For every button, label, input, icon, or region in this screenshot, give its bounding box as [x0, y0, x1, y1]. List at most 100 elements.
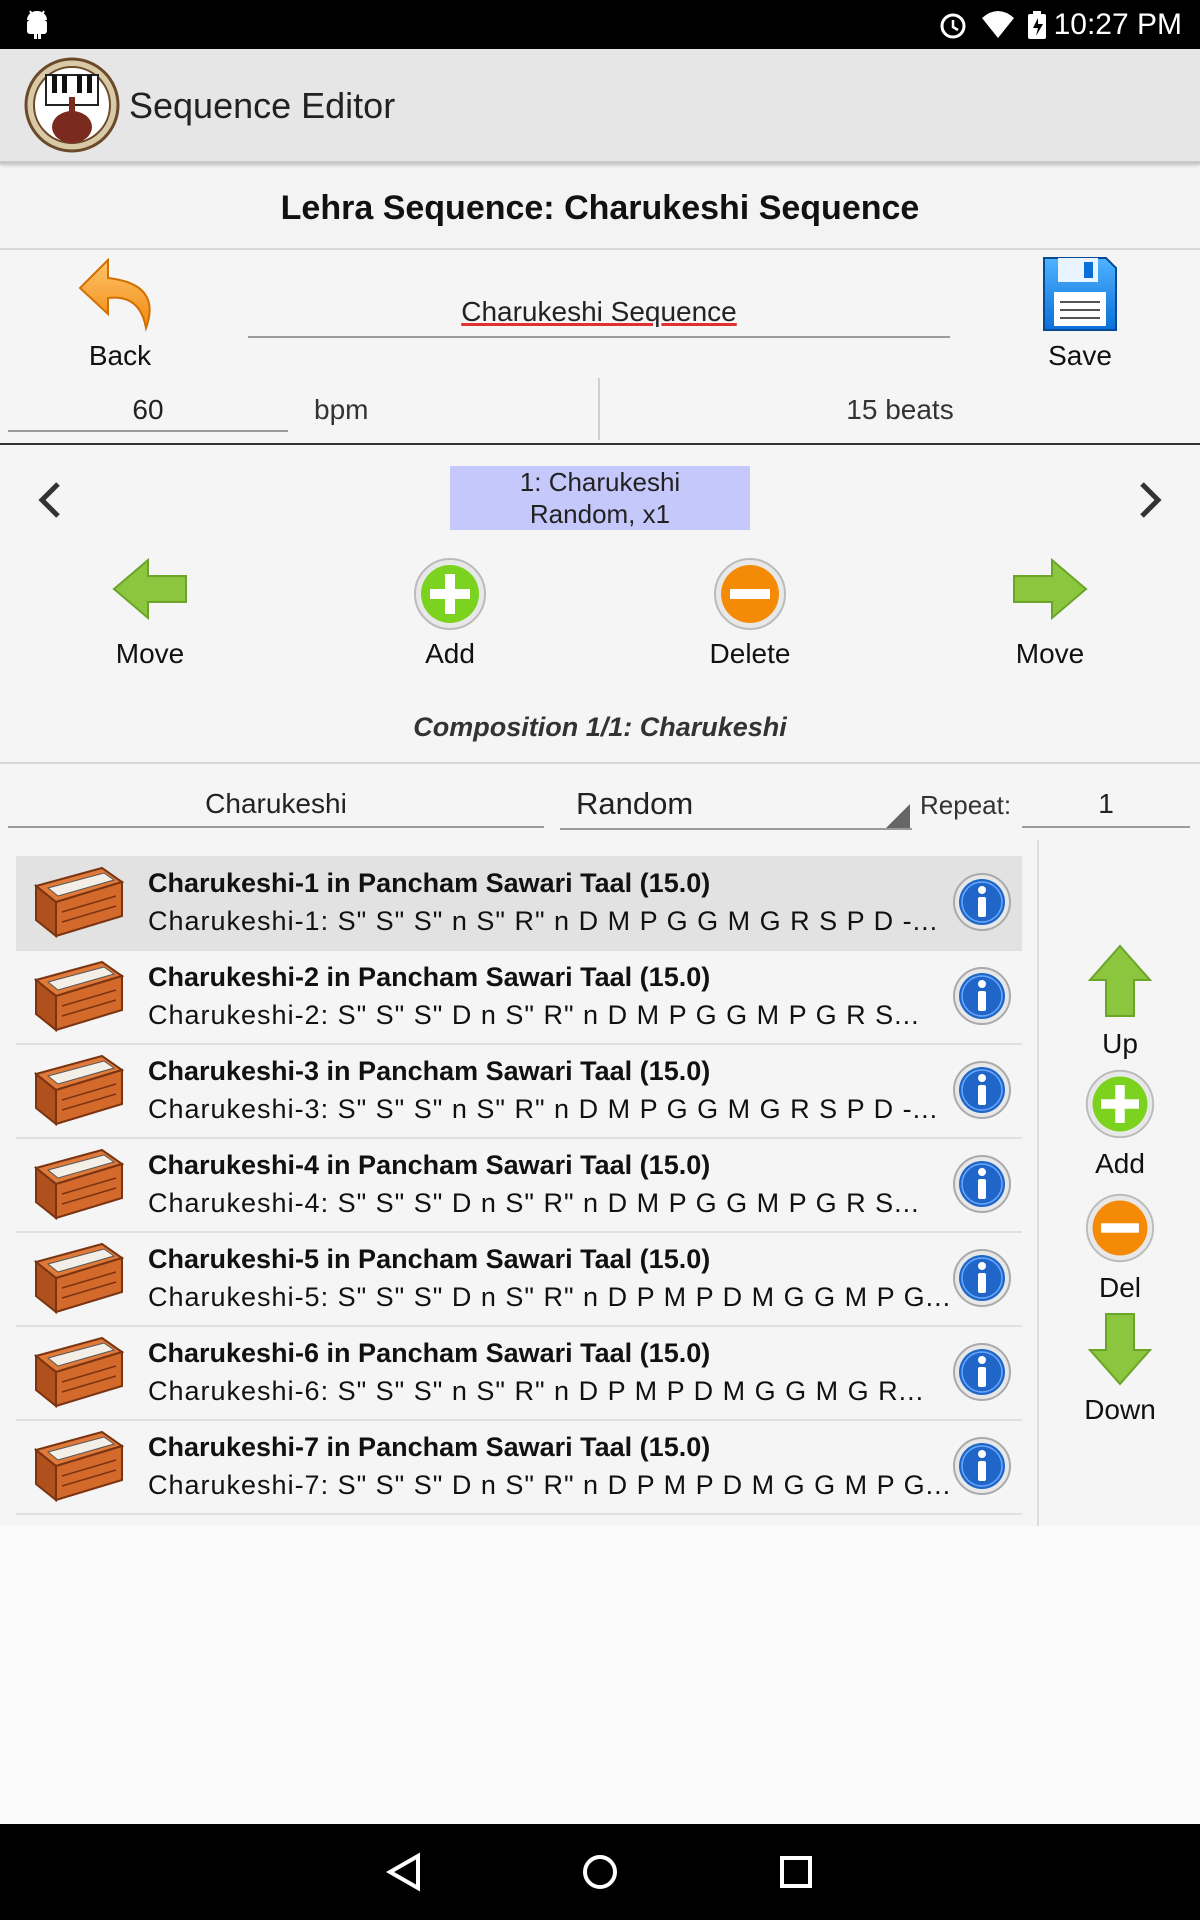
add-sequence-label: Add — [425, 638, 475, 669]
info-icon[interactable] — [952, 1248, 1012, 1308]
list-item-title: Charukeshi-7 in Pancham Sawari Taal (15.… — [148, 1432, 711, 1462]
sequence-item-line2: Random, x1 — [529, 499, 671, 529]
move-right-label: Move — [1015, 638, 1085, 669]
info-icon[interactable] — [952, 872, 1012, 932]
beats-count: 15 beats — [846, 394, 954, 425]
list-item[interactable]: Charukeshi-2 in Pancham Sawari Taal (15.… — [16, 950, 1022, 1045]
info-icon[interactable] — [952, 1342, 1012, 1402]
divider — [0, 443, 1200, 445]
divider — [1037, 840, 1039, 1526]
sequence-name-text: Charukeshi Sequence — [461, 296, 737, 327]
list-item[interactable]: Charukeshi-4 in Pancham Sawari Taal (15.… — [16, 1138, 1022, 1233]
delete-composition-label: Del — [1098, 1272, 1141, 1303]
wifi-icon — [982, 11, 1014, 38]
navigation-bar — [0, 1824, 1200, 1920]
delete-composition-button[interactable]: Del — [1070, 1192, 1170, 1308]
chevron-right-icon[interactable] — [1136, 480, 1164, 520]
bpm-unit-label: bpm — [314, 394, 369, 425]
divider — [0, 762, 1200, 764]
alarm-icon — [940, 13, 966, 39]
recents-nav-icon[interactable] — [776, 1852, 816, 1892]
list-item-notes: Charukeshi-4: S" S" S" D n S" R" n D M P… — [148, 1188, 920, 1218]
arrow-left-icon — [112, 557, 187, 621]
info-icon[interactable] — [952, 966, 1012, 1026]
delete-sequence-label: Delete — [709, 638, 791, 669]
move-down-button[interactable]: Down — [1070, 1312, 1170, 1428]
list-item-title: Charukeshi-3 in Pancham Sawari Taal (15.… — [148, 1056, 711, 1086]
list-item-notes: Charukeshi-2: S" S" S" D n S" R" n D M P… — [148, 1000, 920, 1030]
add-composition-label: Add — [1095, 1148, 1145, 1179]
info-icon[interactable] — [952, 1154, 1012, 1214]
add-sequence-button[interactable]: Add — [390, 556, 510, 676]
mode-value: Random — [576, 786, 694, 821]
harmonium-icon — [32, 1240, 126, 1318]
bpm-input[interactable]: 60 — [8, 390, 288, 432]
harmonium-icon — [32, 1334, 126, 1412]
move-up-label: Up — [1102, 1028, 1138, 1059]
mode-dropdown[interactable]: Random — [560, 782, 912, 830]
repeat-input[interactable]: 1 — [1022, 784, 1190, 828]
harmonium-icon — [32, 864, 126, 942]
list-item[interactable]: Charukeshi-6 in Pancham Sawari Taal (15.… — [16, 1326, 1022, 1421]
app-title: Sequence Editor — [129, 85, 396, 126]
composition-list: Charukeshi-1 in Pancham Sawari Taal (15.… — [0, 856, 1040, 1526]
action-bar: Sequence Editor — [0, 49, 1200, 164]
list-item-notes: Charukeshi-7: S" S" S" D n S" R" n D P M… — [148, 1470, 952, 1500]
harmonium-icon — [32, 1052, 126, 1130]
save-label: Save — [1048, 340, 1112, 371]
sequence-item-line1: 1: Charukeshi — [519, 467, 681, 497]
composition-name-input[interactable]: Charukeshi — [8, 784, 544, 828]
info-icon[interactable] — [952, 1436, 1012, 1496]
repeat-label: Repeat: — [920, 790, 1012, 820]
page-heading: Lehra Sequence: Charukeshi Sequence — [0, 168, 1200, 250]
move-right-button[interactable]: Move — [990, 556, 1110, 676]
app-logo-icon[interactable] — [24, 57, 120, 153]
minus-circle-icon — [714, 558, 786, 630]
move-left-button[interactable]: Move — [90, 556, 210, 676]
list-item[interactable]: Charukeshi-7 in Pancham Sawari Taal (15.… — [16, 1420, 1022, 1515]
add-composition-button[interactable]: Add — [1070, 1068, 1170, 1184]
harmonium-icon — [32, 1428, 126, 1506]
move-up-button[interactable]: Up — [1070, 944, 1170, 1060]
info-icon[interactable] — [952, 1060, 1012, 1120]
save-disk-icon — [1043, 257, 1117, 331]
list-item-notes: Charukeshi-1: S" S" S" n S" R" n D M P G… — [148, 906, 939, 936]
harmonium-icon — [32, 1146, 126, 1224]
plus-circle-icon — [1085, 1069, 1155, 1139]
empty-area — [0, 1526, 1200, 1824]
list-item-notes: Charukeshi-3: S" S" S" n S" R" n D M P G… — [148, 1094, 939, 1124]
chevron-left-icon[interactable] — [36, 480, 64, 520]
arrow-down-icon — [1088, 1313, 1152, 1386]
list-item-title: Charukeshi-1 in Pancham Sawari Taal (15.… — [148, 868, 711, 898]
list-item-title: Charukeshi-6 in Pancham Sawari Taal (15.… — [148, 1338, 711, 1368]
back-nav-icon[interactable] — [384, 1852, 424, 1892]
battery-icon — [1028, 11, 1046, 39]
list-item[interactable]: Charukeshi-3 in Pancham Sawari Taal (15.… — [16, 1044, 1022, 1139]
list-item-notes: Charukeshi-5: S" S" S" D n S" R" n D P M… — [148, 1282, 952, 1312]
status-bar: 10:27 PM — [0, 0, 1200, 49]
save-button[interactable]: Save — [1030, 250, 1130, 375]
composition-title: Composition 1/1: Charukeshi — [413, 712, 787, 742]
delete-sequence-button[interactable]: Delete — [690, 556, 810, 676]
android-icon — [27, 10, 47, 39]
home-nav-icon[interactable] — [580, 1852, 620, 1892]
harmonium-icon — [32, 958, 126, 1036]
plus-circle-icon — [414, 558, 486, 630]
list-item-title: Charukeshi-4 in Pancham Sawari Taal (15.… — [148, 1150, 711, 1180]
sequence-name-input[interactable]: Charukeshi Sequence — [248, 292, 950, 338]
dropdown-triangle-icon — [886, 804, 910, 828]
back-label: Back — [88, 340, 152, 371]
page-title: Lehra Sequence: Charukeshi Sequence — [280, 189, 920, 227]
list-item[interactable]: Charukeshi-5 in Pancham Sawari Taal (15.… — [16, 1232, 1022, 1327]
move-left-label: Move — [115, 638, 185, 669]
minus-circle-icon — [1085, 1193, 1155, 1263]
list-item-notes: Charukeshi-6: S" S" S" n S" R" n D P M P… — [148, 1376, 925, 1406]
back-button[interactable]: Back — [70, 250, 170, 375]
sequence-item-chip[interactable]: 1: Charukeshi Random, x1 — [450, 466, 750, 530]
arrow-right-icon — [1013, 557, 1088, 621]
list-item[interactable]: Charukeshi-1 in Pancham Sawari Taal (15.… — [16, 856, 1022, 951]
status-time: 10:27 PM — [1053, 8, 1182, 41]
move-down-label: Down — [1084, 1394, 1156, 1425]
list-item-title: Charukeshi-2 in Pancham Sawari Taal (15.… — [148, 962, 711, 992]
back-arrow-icon — [78, 257, 151, 332]
